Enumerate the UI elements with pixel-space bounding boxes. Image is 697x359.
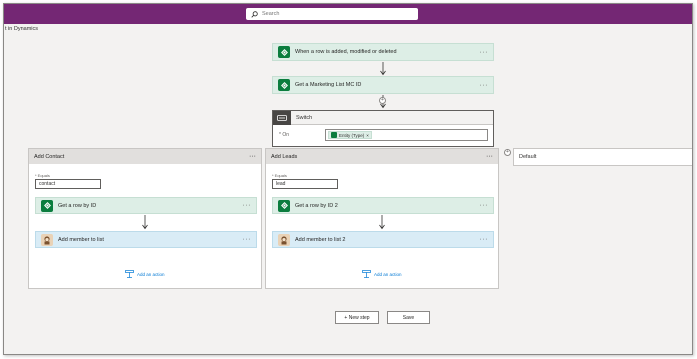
more-icon[interactable]: ···	[243, 202, 252, 209]
dataverse-icon	[331, 132, 337, 138]
more-icon[interactable]: ···	[249, 153, 256, 160]
token-label: Entity (Type)	[339, 132, 365, 138]
more-icon[interactable]: ···	[480, 236, 489, 243]
dataverse-icon	[278, 46, 290, 58]
case-header[interactable]: Add Leads ···	[266, 149, 498, 164]
equals-input[interactable]: lead	[272, 179, 338, 189]
search-box[interactable]	[246, 8, 418, 20]
search-input[interactable]	[262, 11, 412, 17]
app-window: t in Dynamics When a row is added, modif…	[3, 3, 693, 355]
add-action-button[interactable]: Add an action	[125, 270, 165, 278]
arrow-down-icon	[380, 62, 386, 76]
add-member-card[interactable]: Add member to list 2 ···	[272, 231, 494, 248]
equals-label: * Equals	[272, 173, 287, 178]
default-label: Default	[519, 154, 537, 160]
get-marketing-list-card[interactable]: Get a Marketing List MC ID ···	[272, 76, 494, 94]
trigger-card[interactable]: When a row is added, modified or deleted…	[272, 43, 494, 61]
get-row-card[interactable]: Get a row by ID 2 ···	[272, 197, 494, 214]
switch-title: Switch	[296, 114, 313, 121]
mailchimp-icon	[41, 233, 53, 246]
add-action-label: Add an action	[137, 271, 165, 277]
switch-icon	[273, 110, 291, 125]
dataverse-icon	[278, 79, 290, 91]
add-action-label: Add an action	[374, 271, 402, 277]
switch-on-row: * On Entity (Type) ×	[273, 125, 493, 145]
equals-label: * Equals	[35, 173, 50, 178]
top-bar	[4, 4, 692, 24]
add-member-label: Add member to list	[58, 236, 104, 243]
token-remove-icon[interactable]: ×	[366, 133, 369, 138]
mailchimp-icon	[278, 233, 290, 246]
add-action-icon	[125, 270, 134, 278]
on-label: * On	[279, 132, 290, 138]
more-icon[interactable]: ···	[480, 82, 489, 89]
new-step-button[interactable]: + New step	[335, 311, 379, 324]
case-add-leads: Add Leads ··· * Equals lead Get a row by…	[265, 148, 499, 289]
switch-card[interactable]: Switch * On Entity (Type) ×	[272, 110, 494, 147]
equals-input[interactable]: contact	[35, 179, 101, 189]
more-icon[interactable]: ···	[243, 236, 252, 243]
get-marketing-list-label: Get a Marketing List MC ID	[295, 82, 362, 88]
add-member-card[interactable]: Add member to list ···	[35, 231, 257, 248]
trigger-label: When a row is added, modified or deleted	[295, 49, 397, 55]
case-add-contact: Add Contact ··· * Equals contact Get a r…	[28, 148, 262, 289]
arrow-down-icon	[379, 215, 385, 230]
breadcrumb: t in Dynamics	[5, 26, 39, 32]
insert-step-button[interactable]: +	[379, 97, 386, 104]
switch-header: Switch	[273, 110, 493, 125]
dynamic-token[interactable]: Entity (Type) ×	[328, 131, 372, 139]
more-icon[interactable]: ···	[486, 153, 493, 160]
default-case[interactable]: Default	[513, 148, 692, 166]
more-icon[interactable]: ···	[480, 202, 489, 209]
on-field[interactable]: Entity (Type) ×	[325, 129, 488, 141]
dataverse-icon	[278, 199, 290, 212]
case-title: Add Contact	[34, 153, 65, 160]
arrow-down-icon	[142, 215, 148, 230]
save-button[interactable]: Save	[387, 311, 430, 324]
add-case-button[interactable]: +	[504, 149, 511, 156]
add-action-button[interactable]: Add an action	[362, 270, 402, 278]
case-title: Add Leads	[271, 153, 298, 160]
get-row-card[interactable]: Get a row by ID ···	[35, 197, 257, 214]
dataverse-icon	[41, 199, 53, 212]
get-row-label: Get a row by ID	[58, 202, 97, 209]
add-action-icon	[362, 270, 371, 278]
get-row-label: Get a row by ID 2	[295, 202, 338, 209]
search-icon	[251, 10, 258, 18]
case-header[interactable]: Add Contact ···	[29, 149, 261, 164]
add-member-label: Add member to list 2	[295, 236, 346, 243]
more-icon[interactable]: ···	[480, 49, 489, 56]
